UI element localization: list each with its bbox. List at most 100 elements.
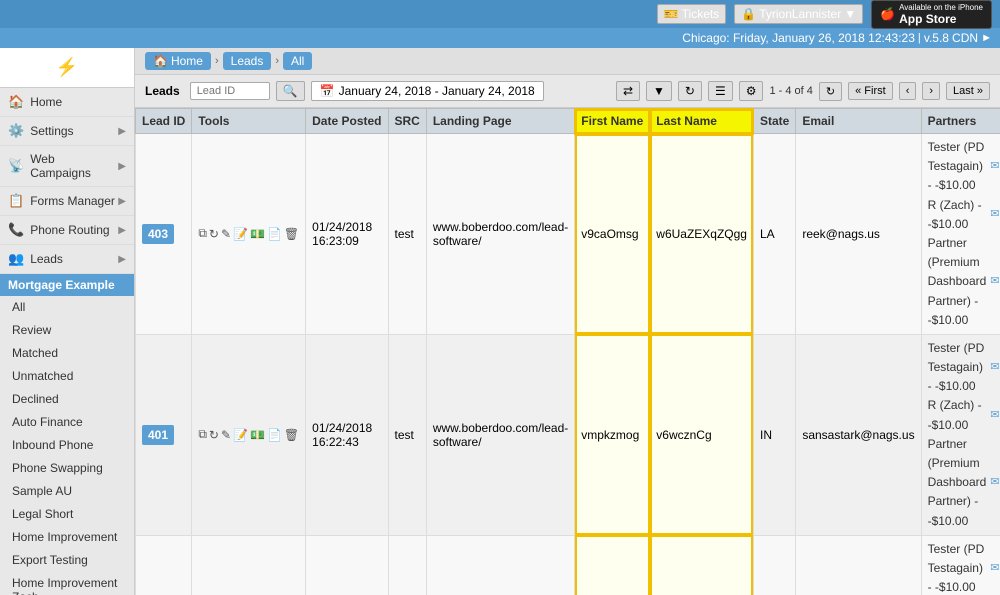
sidebar-sub-review[interactable]: Review <box>0 319 134 342</box>
col-header-tools[interactable]: Tools <box>192 109 306 134</box>
sidebar-sub-unmatched[interactable]: Unmatched <box>0 365 134 388</box>
email-icon[interactable]: ✉ <box>990 560 999 578</box>
table-row: 403 ⧉ ↻ ✎ 📝 💵 📄 🗑 01/24/2018 16:23:09tes… <box>136 134 1000 335</box>
cell-partners: Tester (PD Testagain) - -$10.00 ✉ 📋 👤 ▼ … <box>921 334 1000 535</box>
refresh-icon[interactable]: ↻ <box>209 227 219 241</box>
sidebar-item-home[interactable]: 🏠 Home <box>0 88 134 117</box>
cell-email: sansastark@nags.us <box>796 334 921 535</box>
list-view-button[interactable]: ☰ <box>708 81 733 101</box>
webcampaigns-icon: 📡 <box>8 158 24 174</box>
note-icon[interactable]: 📝 <box>233 227 248 241</box>
sidebar-sub-matched[interactable]: Matched <box>0 342 134 365</box>
chevron-right-icon: ▶ <box>118 254 126 265</box>
chevron-right-icon: ▶ <box>118 161 126 172</box>
sidebar-sub-inboundphone[interactable]: Inbound Phone <box>0 434 134 457</box>
prev-page-button[interactable]: ‹ <box>899 82 917 100</box>
cell-leadid: 401 <box>136 334 192 535</box>
filter-button[interactable]: ▼ <box>646 81 672 101</box>
refresh-button[interactable]: ↻ <box>678 81 702 101</box>
delete-icon[interactable]: 🗑 <box>284 428 299 442</box>
money-icon[interactable]: 💵 <box>250 428 265 442</box>
sidebar-sub-legalshort[interactable]: Legal Short <box>0 503 134 526</box>
refresh-icon[interactable]: ↻ <box>209 428 219 442</box>
cell-leadid: 399 <box>136 535 192 595</box>
lock-icon: 🔒 <box>741 7 756 21</box>
page-refresh-button[interactable]: ↻ <box>819 82 842 101</box>
note-icon[interactable]: 📝 <box>233 428 248 442</box>
sidebar-item-phonerouting[interactable]: 📞 Phone Routing ▶ <box>0 216 134 245</box>
user-button[interactable]: 🔒 TyrionLannister ▼ <box>734 4 863 24</box>
sidebar-sub-exporttesting[interactable]: Export Testing <box>0 549 134 572</box>
col-header-partners[interactable]: Partners <box>921 109 1000 134</box>
col-header-email[interactable]: Email <box>796 109 921 134</box>
sidebar-sub-autofinance[interactable]: Auto Finance <box>0 411 134 434</box>
col-header-dateposted[interactable]: Date Posted <box>306 109 388 134</box>
breadcrumb-leads[interactable]: Leads <box>223 52 272 70</box>
col-header-src[interactable]: SRC <box>388 109 426 134</box>
cell-date: 01/24/2018 16:22:43 <box>306 334 388 535</box>
doc-icon[interactable]: 📄 <box>267 428 282 442</box>
breadcrumb-all[interactable]: All <box>283 52 312 70</box>
edit-icon[interactable]: ✎ <box>221 227 231 241</box>
breadcrumb-sep2: › <box>275 55 279 67</box>
next-page-button[interactable]: › <box>922 82 940 100</box>
sidebar-sub-sampleau[interactable]: Sample AU <box>0 480 134 503</box>
delete-icon[interactable]: 🗑 <box>284 227 299 241</box>
col-header-leadid[interactable]: Lead ID <box>136 109 192 134</box>
lead-id-badge[interactable]: 401 <box>142 425 174 445</box>
sidebar-sub-homeimprovementzach[interactable]: Home Improvement Zach <box>0 572 134 595</box>
table-row: 399 ⧉ ↻ ✎ 📝 💵 📄 🗑 01/24/2018 16:22:22tes… <box>136 535 1000 595</box>
settings-button[interactable]: ⚙ <box>739 81 764 101</box>
cell-partners: Tester (PD Testagain) - -$10.00 ✉ 📋 👤 ▼ … <box>921 535 1000 595</box>
edit-icon[interactable]: ✎ <box>221 428 231 442</box>
email-icon[interactable]: ✉ <box>990 407 999 425</box>
sidebar-sub-all[interactable]: All <box>0 296 134 319</box>
col-header-firstname[interactable]: First Name <box>575 109 650 134</box>
email-icon[interactable]: ✉ <box>990 474 999 492</box>
chevron-right-icon: ▶ <box>118 196 126 207</box>
email-icon[interactable]: ✉ <box>990 273 999 291</box>
cell-email: reek@nags.us <box>796 134 921 335</box>
date-range-button[interactable]: 📅 January 24, 2018 - January 24, 2018 <box>311 81 544 101</box>
tickets-button[interactable]: 🎫 Tickets <box>657 4 727 24</box>
search-input[interactable] <box>190 82 270 100</box>
breadcrumb-home[interactable]: 🏠 Home <box>145 52 211 70</box>
sidebar-sub-declined[interactable]: Declined <box>0 388 134 411</box>
email-icon[interactable]: ✉ <box>990 158 999 176</box>
email-icon[interactable]: ✉ <box>990 359 999 377</box>
col-header-lastname[interactable]: Last Name <box>650 109 754 134</box>
cell-landingpage: www.boberdoo.com/lead-software/ <box>426 334 574 535</box>
sidebar-sub-homeimprovement[interactable]: Home Improvement <box>0 526 134 549</box>
col-header-landingpage[interactable]: Landing Page <box>426 109 574 134</box>
cdn-label: CDN <box>952 31 978 45</box>
cell-lastname: w6UaZEXqZQgg <box>650 134 754 335</box>
copy-icon[interactable]: ⧉ <box>198 427 207 442</box>
copy-icon[interactable]: ⧉ <box>198 226 207 241</box>
sidebar-item-webcampaigns-label: Web Campaigns <box>30 152 118 180</box>
search-button[interactable]: 🔍 <box>276 81 305 101</box>
cell-landingpage: www.boberdoo.com/lead-software/ <box>426 535 574 595</box>
breadcrumb-leads-label: Leads <box>231 54 264 68</box>
col-header-state[interactable]: State <box>753 109 795 134</box>
cell-tools: ⧉ ↻ ✎ 📝 💵 📄 🗑 <box>192 535 306 595</box>
first-page-button[interactable]: « First <box>848 82 893 100</box>
appstore-button[interactable]: 🍎 Available on the iPhone App Store <box>871 0 992 29</box>
money-icon[interactable]: 💵 <box>250 227 265 241</box>
doc-icon[interactable]: 📄 <box>267 227 282 241</box>
sidebar-item-settings[interactable]: ⚙️ Settings ▶ <box>0 117 134 146</box>
cell-partners: Tester (PD Testagain) - -$10.00 ✉ 📋 👤 ▼ … <box>921 134 1000 335</box>
sync-button[interactable]: ⇄ <box>616 81 640 101</box>
phonerouting-icon: 📞 <box>8 222 24 238</box>
cell-date: 01/24/2018 16:23:09 <box>306 134 388 335</box>
sidebar-sub-phoneswapping[interactable]: Phone Swapping <box>0 457 134 480</box>
sidebar-item-formsmanager[interactable]: 📋 Forms Manager ▶ <box>0 187 134 216</box>
sidebar-item-leads[interactable]: 👥 Leads ▶ <box>0 245 134 274</box>
last-page-button[interactable]: Last » <box>946 82 990 100</box>
email-icon[interactable]: ✉ <box>990 206 999 224</box>
sidebar-item-webcampaigns[interactable]: 📡 Web Campaigns ▶ <box>0 146 134 187</box>
lead-id-badge[interactable]: 403 <box>142 224 174 244</box>
home-icon: 🏠 <box>153 54 168 68</box>
partner-name: Partner (Premium Dashboard Partner) - -$… <box>928 435 987 531</box>
appstore-label: App Store <box>899 12 956 26</box>
list-icon: ☰ <box>715 84 726 98</box>
